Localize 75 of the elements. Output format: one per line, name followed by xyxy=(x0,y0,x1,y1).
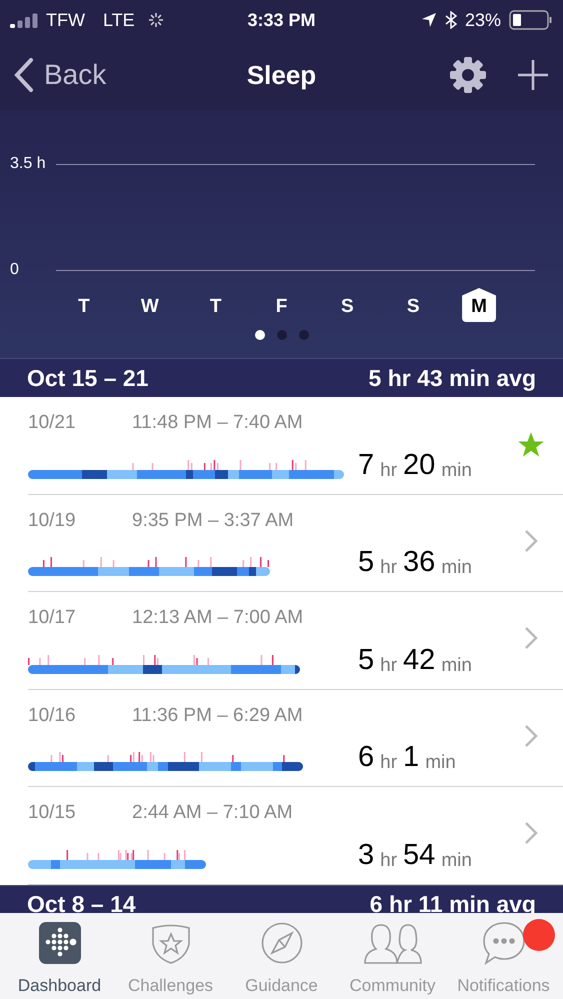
duration-minutes: 42 xyxy=(403,646,436,674)
settings-button[interactable] xyxy=(449,56,487,94)
people-icon xyxy=(362,922,422,964)
day-tab[interactable]: W xyxy=(132,288,167,322)
axis-label: 3.5 h xyxy=(10,154,47,174)
log-date: 10/19 xyxy=(28,508,77,532)
sleep-log-row[interactable]: 10/19 9:35 PM – 3:37 AM 5 hr 36 min xyxy=(28,494,563,592)
day-tab[interactable]: F xyxy=(264,288,298,322)
minutes-unit: min xyxy=(441,460,472,480)
time-range: 11:36 PM – 6:29 AM xyxy=(132,704,303,728)
settings-icon xyxy=(449,56,487,94)
log-date: 10/15 xyxy=(28,801,77,825)
day-tab[interactable]: S xyxy=(330,288,364,322)
sleep-log-row[interactable]: 10/17 12:13 AM – 7:00 AM 5 hr 42 min xyxy=(28,592,563,690)
duration-hours: 5 xyxy=(358,646,374,674)
day-tab[interactable]: S xyxy=(396,288,430,322)
chevron-right-icon xyxy=(524,724,538,748)
time-range: 9:35 PM – 3:37 AM xyxy=(132,508,294,532)
chevron-right-icon xyxy=(524,626,538,650)
log-date: 10/17 xyxy=(28,606,77,630)
week-average: 5 hr 43 min avg xyxy=(368,364,536,393)
dots-logo-icon xyxy=(38,922,80,964)
chat-bubble-icon xyxy=(482,921,526,965)
tab-bar-item[interactable]: Dashboard xyxy=(4,921,115,999)
signal-icon xyxy=(10,12,40,28)
network-type: LTE xyxy=(102,8,135,32)
hours-unit: hr xyxy=(380,850,398,870)
page-title: Sleep xyxy=(246,58,318,92)
axis-label: 0 xyxy=(10,260,20,280)
day-tab[interactable]: T xyxy=(198,288,233,322)
sleep-log-row[interactable]: 10/15 2:44 AM – 7:10 AM 3 hr 54 min xyxy=(28,787,563,884)
day-tab[interactable]: M xyxy=(462,288,496,322)
time-range: 11:48 PM – 7:40 AM xyxy=(132,411,303,435)
minutes-unit: min xyxy=(441,850,472,870)
duration-minutes: 54 xyxy=(403,840,436,870)
duration-hours: 6 xyxy=(358,743,374,772)
loading-spinner-icon xyxy=(146,11,165,29)
hours-unit: hr xyxy=(380,656,398,674)
hours-unit: hr xyxy=(380,558,398,577)
chevron-right-icon xyxy=(524,821,538,845)
duration-minutes: 36 xyxy=(403,548,436,577)
add-button[interactable] xyxy=(517,59,549,91)
star-icon xyxy=(516,431,544,459)
battery-icon xyxy=(509,10,553,30)
duration-hours: 7 xyxy=(358,450,374,480)
minutes-unit: min xyxy=(441,558,472,577)
week-range: Oct 15 – 21 xyxy=(27,364,148,393)
chevron-right-icon xyxy=(524,528,538,552)
week-range: Oct 8 – 14 xyxy=(27,890,136,920)
clock-time: 3:33 PM xyxy=(247,8,316,32)
compass-icon xyxy=(260,922,302,964)
duration-hours: 5 xyxy=(358,548,374,577)
carrier-name: TFW xyxy=(46,8,85,32)
minutes-unit: min xyxy=(441,656,472,674)
time-range: 2:44 AM – 7:10 AM xyxy=(132,801,293,825)
duration-hours: 3 xyxy=(358,840,374,870)
log-date: 10/21 xyxy=(28,411,77,435)
location-arrow-icon xyxy=(420,12,437,28)
hours-unit: hr xyxy=(380,753,398,772)
duration-minutes: 20 xyxy=(403,450,436,480)
plus-icon xyxy=(517,59,549,91)
log-date: 10/16 xyxy=(28,704,77,728)
sleep-log-row[interactable]: 10/21 11:48 PM – 7:40 AM 7 hr 20 min xyxy=(28,397,563,494)
sleep-log-row[interactable]: 10/16 11:36 PM – 6:29 AM 6 hr 1 min xyxy=(28,690,563,787)
time-range: 12:13 AM – 7:00 AM xyxy=(132,606,304,630)
notification-badge xyxy=(523,919,555,951)
battery-percent: 23% xyxy=(464,8,501,32)
chevron-left-icon xyxy=(14,57,34,93)
shield-star-icon xyxy=(150,922,192,964)
hours-unit: hr xyxy=(380,460,398,480)
bluetooth-icon xyxy=(444,11,457,29)
duration-minutes: 1 xyxy=(403,743,420,772)
back-button[interactable]: Back xyxy=(14,54,164,96)
minutes-unit: min xyxy=(425,753,456,772)
day-tab[interactable]: T xyxy=(66,288,101,322)
